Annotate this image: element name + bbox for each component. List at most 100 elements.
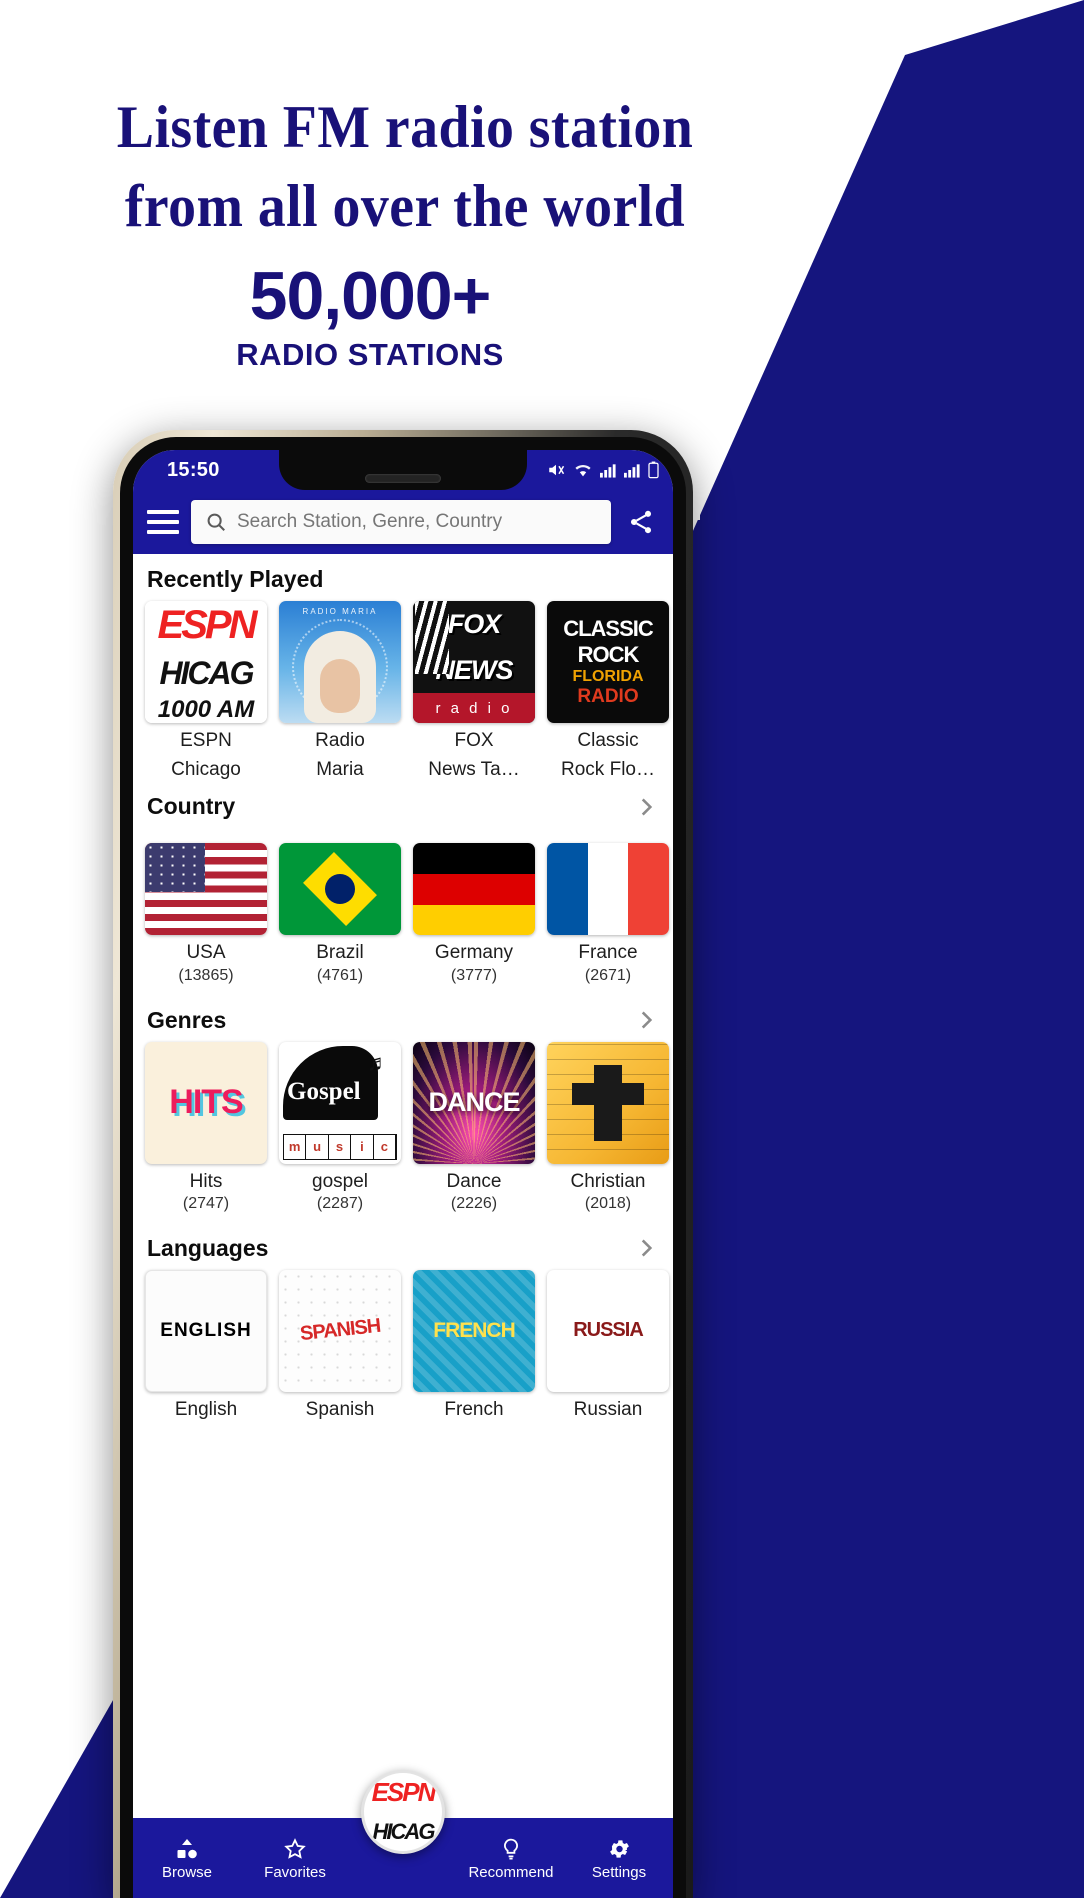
status-icons — [546, 461, 659, 479]
station-name-line2: News Ta… — [428, 759, 520, 781]
language-art-russian: RUSSIA — [547, 1269, 669, 1392]
flag-germany — [413, 843, 535, 936]
station-card[interactable]: ESPN HICAG 1000 AM ESPN Chicago — [145, 601, 267, 781]
english-wordmark: ENGLISH — [160, 1319, 252, 1341]
station-card[interactable]: RADIO MARIA Radio Maria — [279, 601, 401, 781]
wifi-icon — [573, 462, 593, 478]
flag-france — [547, 843, 669, 936]
genre-art-dance: DANCE — [413, 1041, 535, 1164]
phone-screen: 15:50 Search Station, Genre, Country Rec… — [133, 450, 673, 1898]
language-name: Russian — [573, 1398, 643, 1420]
station-name-line1: ESPN — [180, 730, 232, 751]
share-icon[interactable] — [623, 508, 659, 536]
genre-name: Hits — [189, 1170, 223, 1192]
classic-line4: RADIO — [577, 686, 639, 707]
classic-line2: ROCK — [577, 642, 640, 667]
chevron-right-icon[interactable] — [633, 1007, 659, 1033]
station-name-line2: Rock Flo… — [561, 759, 655, 781]
section-header-recently-played: Recently Played — [133, 554, 673, 601]
language-card[interactable]: ENGLISH English — [145, 1269, 267, 1421]
genre-card[interactable]: Christian (2018) — [547, 1041, 669, 1213]
station-name-line1: FOX — [454, 730, 494, 751]
key-letter: m — [284, 1134, 307, 1159]
languages-row[interactable]: ENGLISH English SPANISH Spanish FRENCH F… — [133, 1269, 673, 1421]
genre-art-hits: HITS — [145, 1041, 267, 1164]
chevron-right-icon[interactable] — [633, 1235, 659, 1261]
classic-line1: CLASSIC — [563, 616, 654, 641]
genre-art-gospel: ♬ Gospel m u s i c — [279, 1041, 401, 1164]
station-logo-espn-chicago: ESPN HICAG 1000 AM — [145, 601, 267, 723]
genre-station-count: (2287) — [316, 1194, 364, 1212]
country-station-count: (4761) — [316, 966, 364, 984]
espn-frequency: 1000 AM — [145, 697, 267, 723]
genre-art-christian — [547, 1041, 669, 1164]
country-card[interactable]: France (2671) — [547, 828, 669, 984]
language-name: English — [174, 1398, 238, 1420]
earpiece-speaker — [365, 474, 441, 483]
signal-icon — [600, 462, 617, 478]
mute-icon — [546, 461, 566, 479]
section-title: Languages — [147, 1234, 269, 1261]
cross-icon — [572, 1064, 644, 1141]
fox-slash-decor — [415, 601, 449, 675]
station-name-line2: Maria — [316, 759, 364, 781]
browse-icon — [174, 1837, 200, 1861]
fox-word-bar: r a d i o — [413, 693, 535, 723]
country-card[interactable]: Germany (3777) — [413, 828, 535, 984]
maria-arc-text: RADIO MARIA — [302, 607, 378, 616]
genre-card[interactable]: ♬ Gospel m u s i c gospel (2287) — [279, 1041, 401, 1213]
nav-item-favorites[interactable]: Favorites — [241, 1837, 349, 1881]
station-card[interactable]: CLASSIC ROCK FLORIDA RADIO Classic Rock … — [547, 601, 669, 781]
genre-card[interactable]: HITS Hits (2747) — [145, 1041, 267, 1213]
promo-headline-line1: Listen FM radio station — [116, 94, 694, 160]
country-name: Brazil — [316, 942, 364, 964]
genre-card[interactable]: DANCE Dance (2226) — [413, 1041, 535, 1213]
country-station-count: (3777) — [450, 966, 498, 984]
language-card[interactable]: SPANISH Spanish — [279, 1269, 401, 1421]
flag-stars — [145, 843, 205, 893]
key-letter: c — [374, 1134, 397, 1159]
signal-icon — [624, 462, 641, 478]
flag-brazil — [279, 843, 401, 936]
genre-name: gospel — [312, 1170, 368, 1192]
phone-notch — [279, 450, 527, 490]
country-card[interactable]: USA (13865) — [145, 828, 267, 984]
language-art-french: FRENCH — [413, 1269, 535, 1392]
gospel-wordmark: Gospel — [287, 1077, 361, 1105]
search-input[interactable]: Search Station, Genre, Country — [191, 500, 611, 544]
nav-label: Recommend — [468, 1864, 554, 1881]
now-playing-fab[interactable]: ESPN HICAG — [361, 1770, 445, 1854]
language-name: Spanish — [305, 1398, 375, 1420]
nav-item-browse[interactable]: Browse — [133, 1837, 241, 1881]
promo-headline-line2: from all over the world — [124, 173, 686, 240]
french-wordmark: FRENCH — [433, 1318, 515, 1342]
genres-row[interactable]: HITS Hits (2747) ♬ Gospel m u s i c gosp… — [133, 1041, 673, 1213]
station-name-line1: Radio — [315, 730, 365, 751]
language-card[interactable]: RUSSIA Russian — [547, 1269, 669, 1421]
russian-wordmark: RUSSIA — [573, 1319, 644, 1342]
section-title: Recently Played — [147, 566, 324, 592]
flag-usa — [145, 843, 267, 936]
nav-item-recommend[interactable]: Recommend — [457, 1837, 565, 1881]
search-icon — [205, 511, 227, 533]
country-card[interactable]: Brazil (4761) — [279, 828, 401, 984]
espn-wordmark: ESPN — [145, 601, 267, 649]
content-scroll-area[interactable]: Recently Played ESPN HICAG 1000 AM ESPN … — [133, 554, 673, 1898]
section-header-genres[interactable]: Genres — [133, 985, 673, 1042]
star-icon — [282, 1837, 308, 1861]
section-header-country[interactable]: Country — [133, 781, 673, 828]
chevron-right-icon[interactable] — [633, 794, 659, 820]
section-title: Genres — [147, 1006, 227, 1033]
section-header-languages[interactable]: Languages — [133, 1213, 673, 1270]
station-card[interactable]: FOX NEWS r a d i o FOX News Ta… — [413, 601, 535, 781]
country-row[interactable]: USA (13865) Brazil (4761) Germany (3777)… — [133, 828, 673, 984]
piano-keys: m u s i c — [283, 1133, 397, 1160]
bulb-icon — [499, 1837, 523, 1861]
language-card[interactable]: FRENCH French — [413, 1269, 535, 1421]
recently-played-row[interactable]: ESPN HICAG 1000 AM ESPN Chicago RADIO MA… — [133, 601, 673, 781]
country-name: Germany — [434, 942, 514, 964]
status-bar: 15:50 — [133, 450, 673, 490]
station-name-line1: Classic — [577, 730, 639, 751]
hamburger-menu-icon[interactable] — [147, 510, 179, 534]
nav-item-settings[interactable]: Settings — [565, 1837, 673, 1881]
